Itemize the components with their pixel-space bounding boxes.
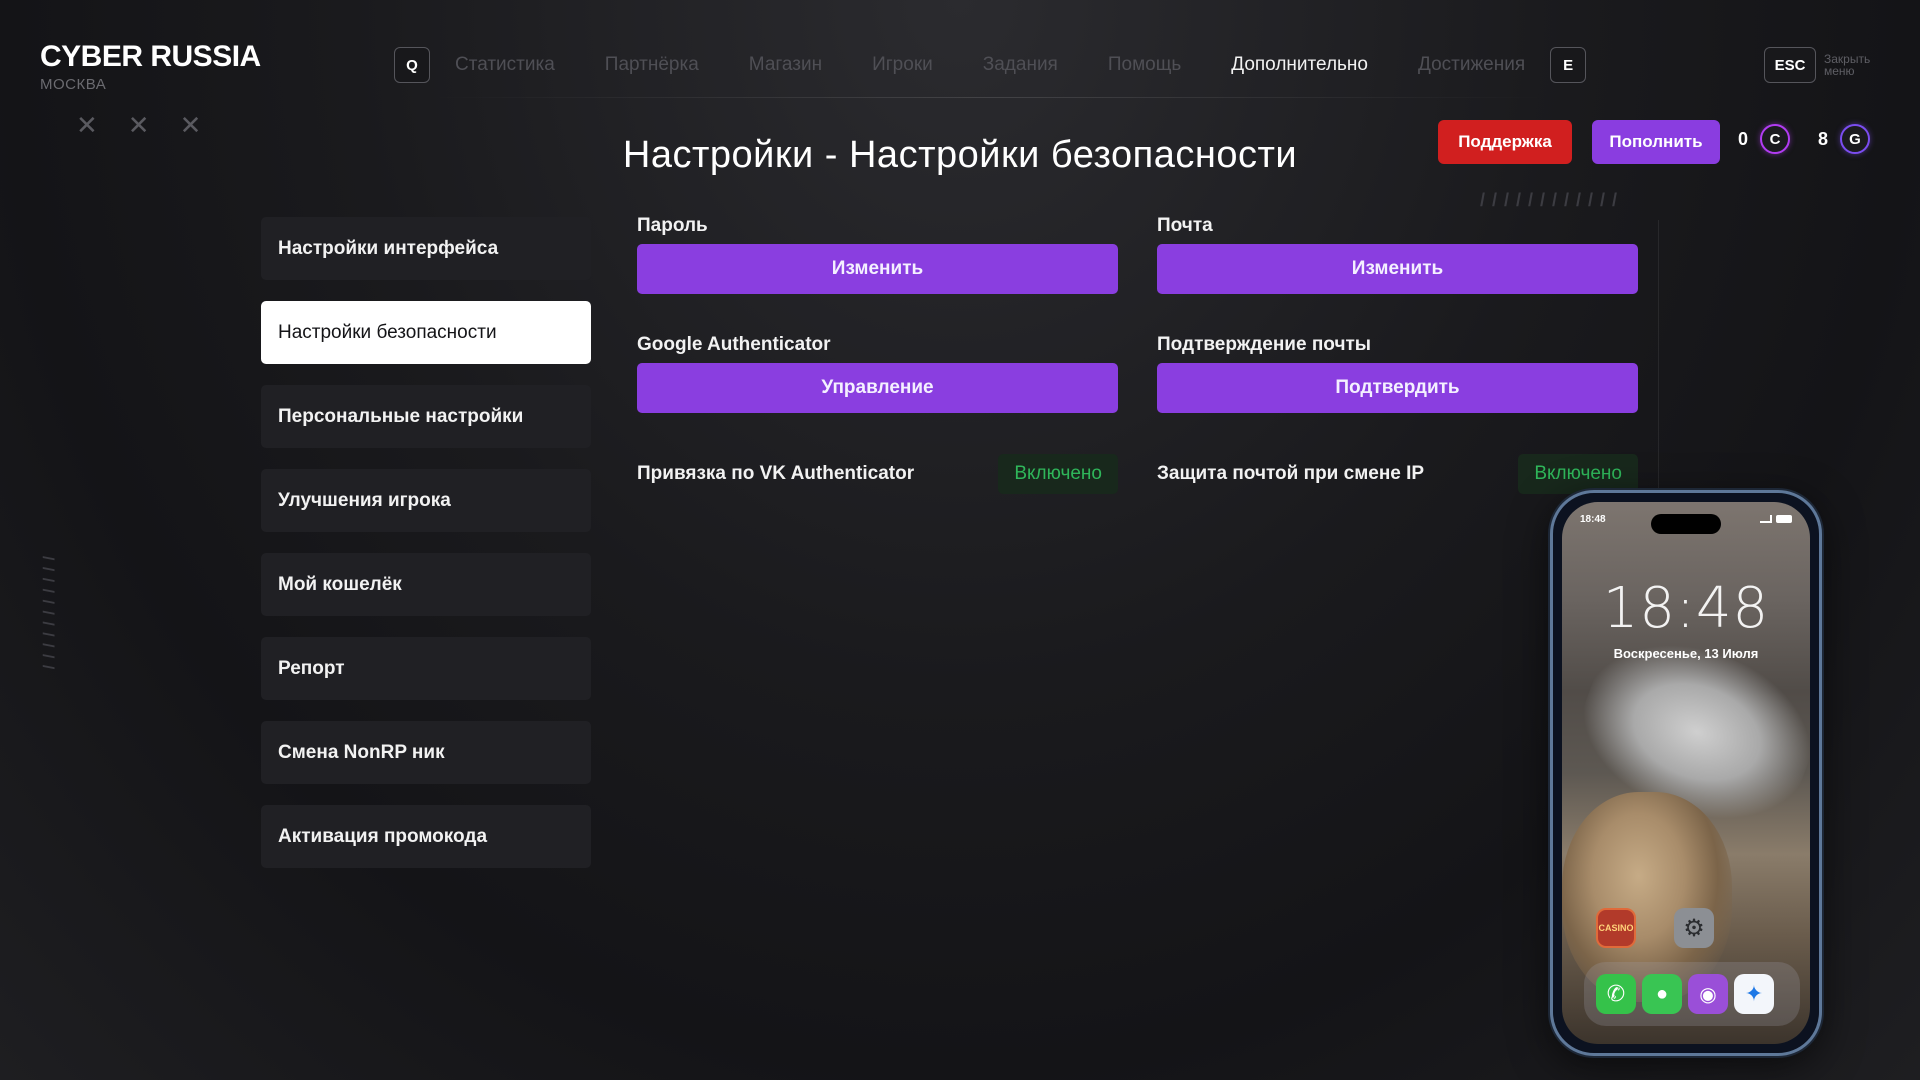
sidebar-item-security[interactable]: Настройки безопасности — [261, 301, 591, 364]
sidebar-item-nonrp-nick[interactable]: Смена NonRP ник — [261, 721, 591, 784]
logo-title: CYBER RUSSIA — [40, 40, 261, 73]
casino-app-icon[interactable]: CASINO — [1596, 908, 1636, 948]
g-coin-icon: G — [1840, 124, 1871, 154]
google-auth-group: Google Authenticator Управление — [637, 334, 1118, 413]
password-group: Пароль Изменить — [637, 215, 1118, 294]
battery-icon — [1776, 515, 1792, 523]
nav-divider — [430, 97, 1550, 98]
phone-app-icon[interactable]: ✆ — [1596, 974, 1636, 1014]
nav-additional[interactable]: Дополнительно — [1231, 54, 1368, 76]
top-navigation: Q Статистика Партнёрка Магазин Игроки За… — [394, 47, 1587, 83]
settings-app-icon[interactable]: ⚙ — [1674, 908, 1714, 948]
sidebar-item-wallet[interactable]: Мой кошелёк — [261, 553, 591, 616]
nav-partner[interactable]: Партнёрка — [605, 54, 699, 76]
currency-c: 0 C — [1738, 124, 1791, 154]
nav-achievements[interactable]: Достижения — [1418, 54, 1525, 76]
currency-g-value: 8 — [1818, 128, 1829, 149]
game-menu-screen: CYBER RUSSIA МОСКВА ✕ ✕ ✕ Q Статистика П… — [0, 0, 1920, 1080]
key-q-badge[interactable]: Q — [394, 47, 430, 83]
email-confirm-group: Подтверждение почты Подтвердить — [1157, 334, 1638, 413]
settings-sidebar: Настройки интерфейса Настройки безопасно… — [261, 217, 591, 889]
change-email-button[interactable]: Изменить — [1157, 244, 1638, 294]
email-confirm-label: Подтверждение почты — [1157, 334, 1372, 355]
password-label: Пароль — [637, 215, 708, 236]
close-menu-control[interactable]: ESC Закрыть меню — [1764, 47, 1884, 83]
sidebar-item-upgrades[interactable]: Улучшения игрока — [261, 469, 591, 532]
phone-lock-screen[interactable]: 18:48 18:48 Воскресенье, 13 Июля CASINO … — [1562, 502, 1810, 1044]
phone-device[interactable]: 18:48 18:48 Воскресенье, 13 Июля CASINO … — [1550, 490, 1822, 1056]
dynamic-island — [1651, 514, 1721, 534]
decorative-stripes-vertical: / / / / / / / / / / / — [39, 556, 56, 671]
confirm-email-button[interactable]: Подтвердить — [1157, 363, 1638, 413]
nav-players[interactable]: Игроки — [872, 54, 933, 76]
sidebar-item-personal[interactable]: Персональные настройки — [261, 385, 591, 448]
topup-button[interactable]: Пополнить — [1592, 120, 1720, 164]
change-password-button[interactable]: Изменить — [637, 244, 1118, 294]
decorative-stripes: / / / / / / / / / / / / — [1480, 190, 1619, 210]
lock-screen-time: 18:48 — [1602, 576, 1770, 641]
vk-auth-row: Привязка по VK Authenticator Включено — [637, 454, 1118, 494]
lock-screen-date: Воскресенье, 13 Июля — [1613, 646, 1759, 661]
vk-auth-label: Привязка по VK Authenticator — [637, 463, 915, 484]
nav-tasks[interactable]: Задания — [983, 54, 1058, 76]
esc-key-badge[interactable]: ESC — [1764, 47, 1816, 83]
c-coin-icon: C — [1760, 124, 1791, 154]
podcasts-app-icon[interactable]: ◉ — [1688, 974, 1728, 1014]
support-button[interactable]: Поддержка — [1438, 120, 1572, 164]
content-divider — [1658, 220, 1659, 490]
currency-c-value: 0 — [1738, 128, 1749, 149]
currency-g: 8 G — [1818, 124, 1871, 154]
nav-help[interactable]: Помощь — [1108, 54, 1181, 76]
email-group: Почта Изменить — [1157, 215, 1638, 294]
key-e-badge[interactable]: E — [1550, 47, 1587, 83]
email-label: Почта — [1157, 215, 1213, 236]
phone-status-icons — [1760, 515, 1792, 523]
phone-status-time: 18:48 — [1580, 514, 1606, 525]
close-menu-label: Закрыть меню — [1824, 52, 1871, 78]
messages-app-icon[interactable]: ● — [1642, 974, 1682, 1014]
sidebar-item-interface[interactable]: Настройки интерфейса — [261, 217, 591, 280]
ip-protect-status-toggle[interactable]: Включено — [1518, 454, 1638, 494]
manage-google-auth-button[interactable]: Управление — [637, 363, 1118, 413]
ip-protect-row: Защита почтой при смене IP Включено — [1157, 454, 1638, 494]
nav-statistics[interactable]: Статистика — [455, 54, 555, 76]
safari-app-icon[interactable]: ✦ — [1734, 974, 1774, 1014]
signal-icon — [1760, 515, 1772, 523]
google-auth-label: Google Authenticator — [637, 334, 831, 355]
logo-subtitle: МОСКВА — [40, 76, 107, 93]
vk-auth-status-toggle[interactable]: Включено — [998, 454, 1118, 494]
sidebar-item-report[interactable]: Репорт — [261, 637, 591, 700]
logo: CYBER RUSSIA МОСКВА — [40, 40, 261, 93]
ip-protect-label: Защита почтой при смене IP — [1157, 463, 1425, 484]
sidebar-item-promocode[interactable]: Активация промокода — [261, 805, 591, 868]
nav-shop[interactable]: Магазин — [749, 54, 822, 76]
